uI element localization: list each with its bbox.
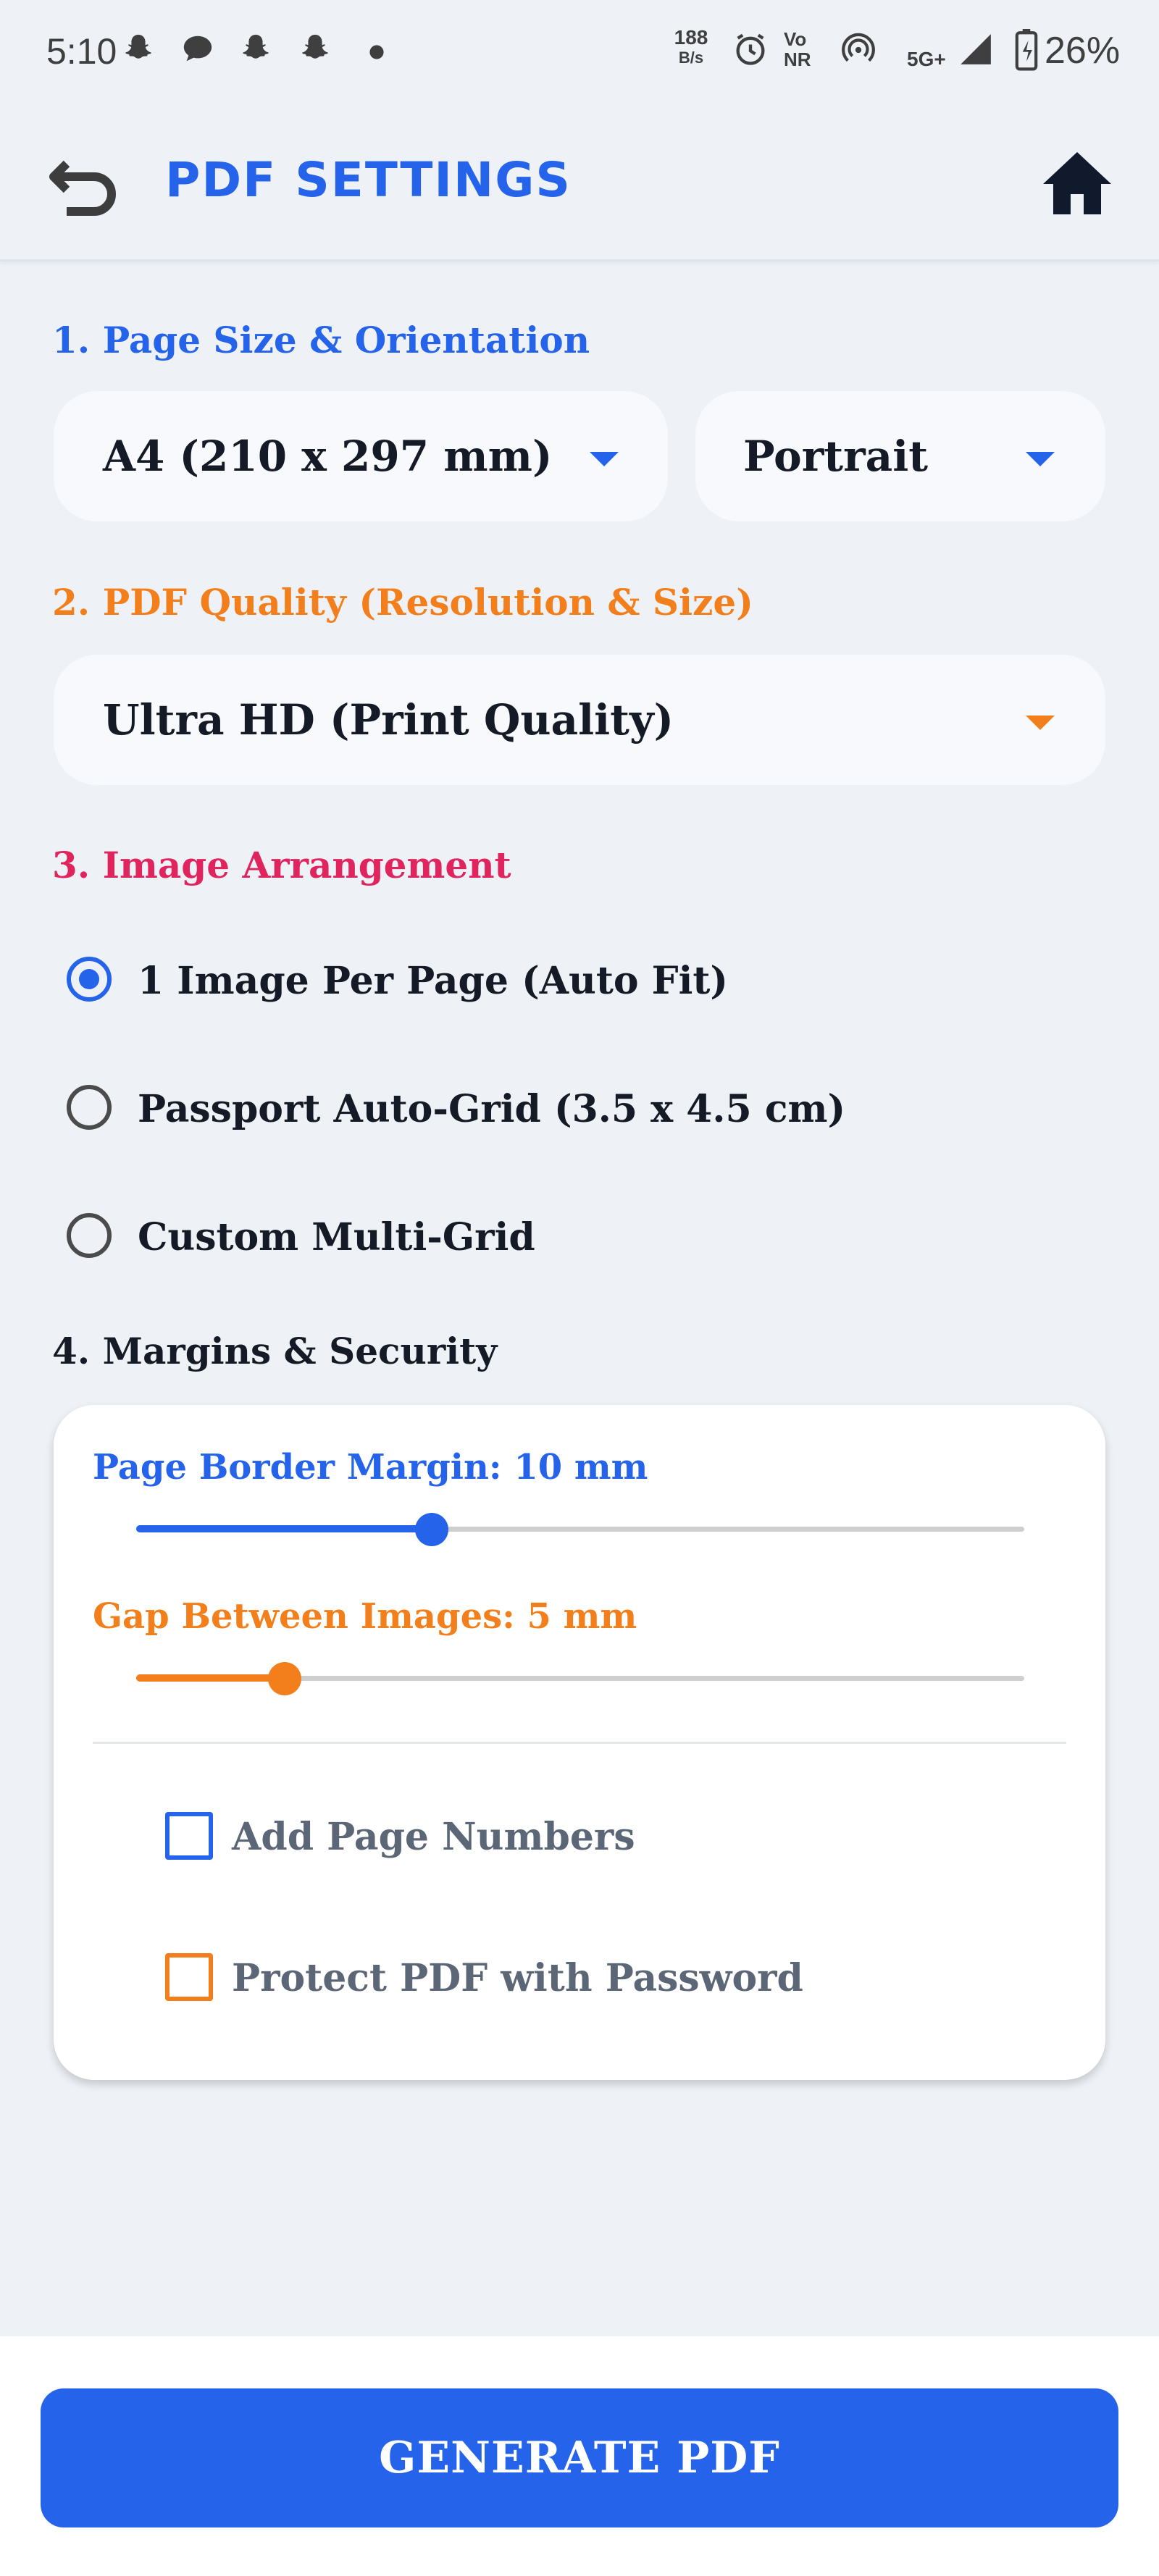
app-bar: PDF SETTINGS [0,101,1159,261]
dropdown-arrow-icon [590,452,619,466]
network-type: 5G+ [907,48,946,70]
snapchat-icon [302,34,328,59]
snapchat-icon [125,34,151,59]
page-size-value: A4 (210 x 297 mm) [103,432,553,481]
dot-icon [369,45,384,59]
orientation-dropdown[interactable]: Portrait [695,391,1105,521]
protect-password-label: Protect PDF with Password [232,1956,803,2000]
slider-thumb[interactable] [415,1513,449,1546]
border-margin-slider[interactable] [136,1508,1024,1551]
home-icon[interactable] [1037,146,1117,219]
hotspot-icon [842,33,875,62]
status-bar: 5:10 188 B/s Vo NR 5G+ 26% [0,0,1159,101]
section-margins-label: 4. Margins & Security [52,1330,498,1372]
page-size-dropdown[interactable]: A4 (210 x 297 mm) [54,391,668,521]
section-quality-label: 2. PDF Quality (Resolution & Size) [52,581,753,624]
quality-value: Ultra HD (Print Quality) [103,695,674,744]
bottom-bar: GENERATE PDF [0,2336,1159,2576]
radio-selected-icon [67,957,112,1002]
margins-card: Page Border Margin: 10 mm Gap Between Im… [54,1405,1105,2080]
chat-icon [183,35,212,62]
border-margin-label: Page Border Margin: 10 mm [93,1447,648,1488]
back-arrow-icon[interactable] [45,148,125,220]
add-page-numbers-label: Add Page Numbers [232,1815,635,1859]
dropdown-arrow-icon [1026,716,1055,730]
generate-pdf-label: GENERATE PDF [379,2433,780,2483]
page-title: PDF SETTINGS [165,152,572,208]
slider-thumb[interactable] [267,1662,301,1695]
section-arrangement-label: 3. Image Arrangement [52,844,511,886]
battery-icon [1015,29,1038,71]
battery-percent: 26% [1045,30,1121,72]
status-time: 5:10 [46,31,117,72]
orientation-value: Portrait [743,432,929,481]
radio-label: Custom Multi-Grid [138,1215,535,1259]
radio-label: Passport Auto-Grid (3.5 x 4.5 cm) [138,1087,846,1131]
slider-fill [136,1525,432,1532]
gap-slider[interactable] [136,1657,1024,1700]
radio-unselected-icon [67,1085,112,1130]
radio-unselected-icon [67,1213,112,1258]
checkbox-icon [165,1812,213,1860]
gap-label: Gap Between Images: 5 mm [93,1596,637,1637]
checkbox-icon [165,1953,213,2001]
section-page-size-label: 1. Page Size & Orientation [52,319,590,361]
dropdown-arrow-icon [1026,452,1055,466]
snapchat-icon [243,34,269,59]
alarm-icon [736,33,765,65]
slider-fill [136,1674,285,1682]
volte-indicator: Vo NR [784,28,811,70]
net-speed: 188 B/s [674,26,708,67]
quality-dropdown[interactable]: Ultra HD (Print Quality) [54,655,1105,785]
radio-label: 1 Image Per Page (Auto Fit) [138,959,728,1003]
signal-icon [961,34,991,64]
divider [93,1742,1066,1744]
generate-pdf-button[interactable]: GENERATE PDF [41,2388,1118,2527]
